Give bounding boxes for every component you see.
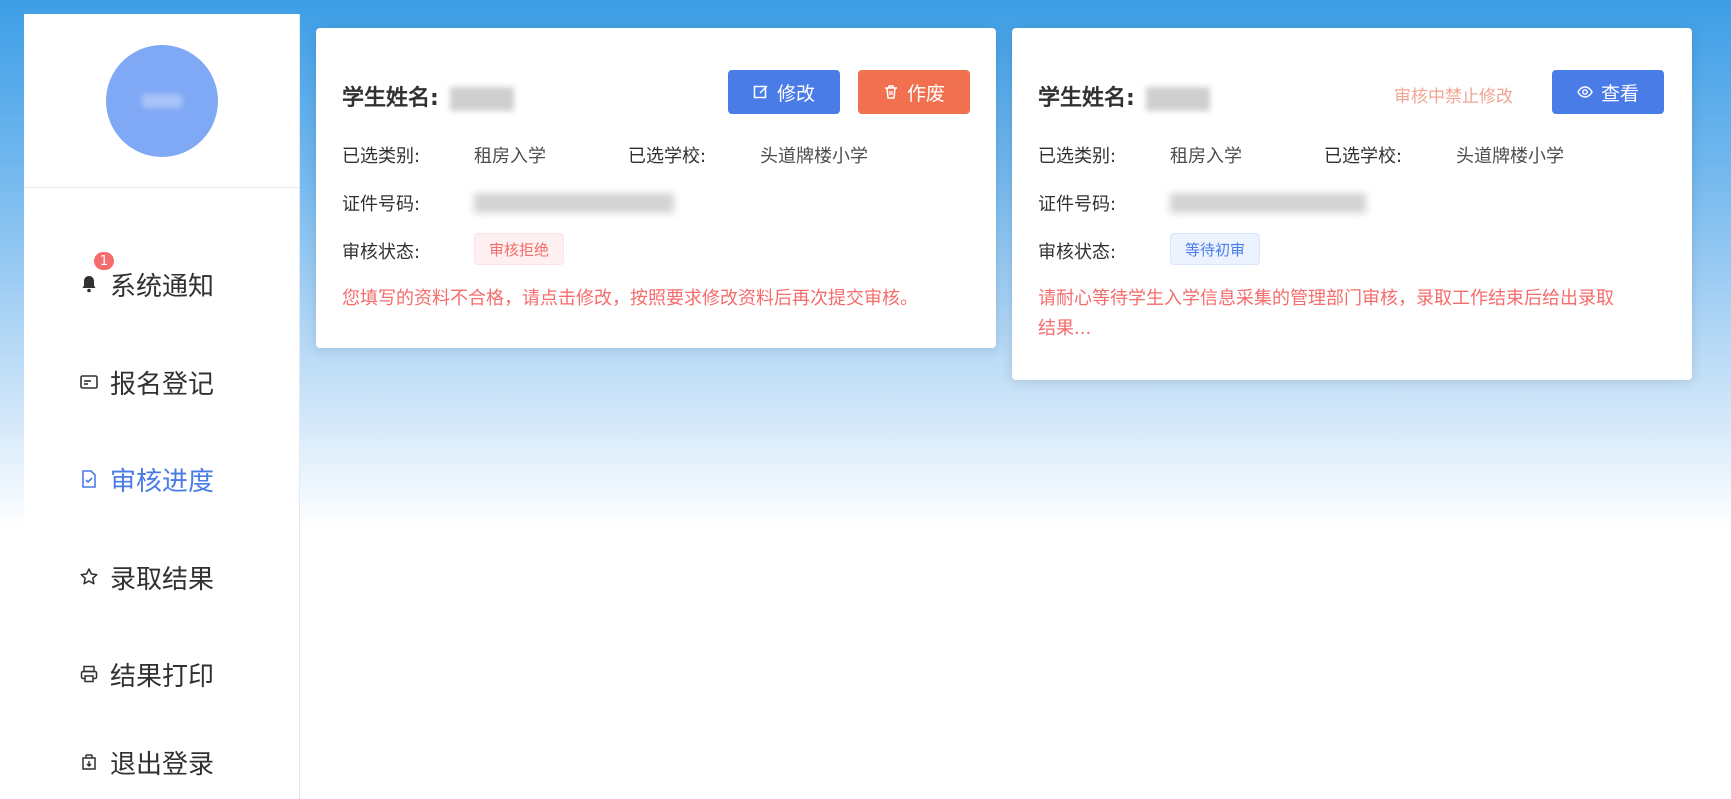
application-card-rejected: 学生姓名: 修改 作废 已选类别: 租房入学 已选学校: 头道牌楼小学 证件号码… [316, 28, 996, 348]
id-card-icon [78, 371, 100, 393]
sidebar-item-admission-result[interactable]: 录取结果 [24, 547, 300, 607]
sidebar-item-notifications[interactable]: 1 系统通知 [24, 250, 300, 314]
id-number-value [474, 192, 674, 213]
id-number-label: 证件号码: [342, 194, 421, 215]
redacted-name [450, 87, 515, 111]
status-label: 审核状态: [342, 242, 421, 263]
sidebar-item-label: 退出登录 [110, 749, 215, 780]
status-label: 审核状态: [1038, 242, 1117, 263]
status-badge: 审核拒绝 [474, 233, 565, 265]
sidebar-item-logout[interactable]: 退出登录 [24, 732, 300, 792]
star-icon [78, 566, 100, 588]
status-badge: 等待初审 [1170, 233, 1261, 265]
logout-icon [78, 751, 100, 773]
main-panel: 学生姓名: 修改 作废 已选类别: 租房入学 已选学校: 头道牌楼小学 证件号码… [314, 14, 1693, 799]
sidebar-item-review-progress[interactable]: 审核进度 [24, 449, 300, 509]
sidebar: 1 系统通知 报名登记 审核进度 录取结果 结果打印 退出登录 [24, 14, 300, 799]
school-label: 已选学校: [628, 146, 707, 167]
redacted-name [1146, 87, 1211, 111]
sidebar-item-registration[interactable]: 报名登记 [24, 352, 300, 412]
document-check-icon [78, 468, 100, 490]
printer-icon [78, 663, 100, 685]
pending-message-line1: 请耐心等待学生入学信息采集的管理部门审核，录取工作结束后给出录取 [1038, 288, 1614, 309]
category-value: 租房入学 [1170, 146, 1242, 167]
sidebar-item-label: 结果打印 [110, 661, 215, 692]
id-number-value [1170, 192, 1366, 213]
eye-icon [1577, 86, 1593, 98]
student-name-label: 学生姓名: [342, 80, 515, 112]
view-button[interactable]: 查看 [1552, 70, 1664, 114]
void-button[interactable]: 作废 [858, 70, 970, 114]
bell-icon [78, 273, 100, 295]
trash-icon [884, 85, 897, 99]
review-lock-text: 审核中禁止修改 [1394, 87, 1513, 107]
school-value: 头道牌楼小学 [1456, 146, 1564, 167]
sidebar-item-label: 报名登记 [110, 369, 215, 400]
edit-icon [753, 85, 768, 99]
id-number-label: 证件号码: [1038, 194, 1117, 215]
category-value: 租房入学 [474, 146, 546, 167]
pending-message-line2: 结果... [1038, 318, 1092, 339]
category-label: 已选类别: [1038, 146, 1117, 167]
avatar-redacted-text [141, 93, 182, 108]
avatar-area [24, 14, 299, 188]
status-value: 等待初审 [1170, 233, 1261, 265]
application-card-pending: 学生姓名: 审核中禁止修改 查看 已选类别: 租房入学 已选学校: 头道牌楼小学… [1012, 28, 1692, 380]
student-name-label: 学生姓名: [1038, 80, 1211, 112]
notification-badge: 1 [92, 250, 116, 272]
avatar[interactable] [105, 44, 218, 157]
sidebar-item-label: 审核进度 [110, 466, 215, 497]
sidebar-item-label: 录取结果 [110, 564, 215, 595]
edit-button[interactable]: 修改 [728, 70, 840, 114]
sidebar-item-label: 系统通知 [110, 271, 215, 302]
rejection-message: 您填写的资料不合格，请点击修改，按照要求修改资料后再次提交审核。 [342, 288, 918, 309]
redacted-id-number [474, 193, 674, 213]
category-label: 已选类别: [342, 146, 421, 167]
school-value: 头道牌楼小学 [760, 146, 868, 167]
redacted-id-number [1170, 193, 1366, 213]
status-value: 审核拒绝 [474, 233, 565, 265]
school-label: 已选学校: [1324, 146, 1403, 167]
category-row: 已选类别: [342, 142, 420, 168]
sidebar-item-print-result[interactable]: 结果打印 [24, 644, 300, 704]
